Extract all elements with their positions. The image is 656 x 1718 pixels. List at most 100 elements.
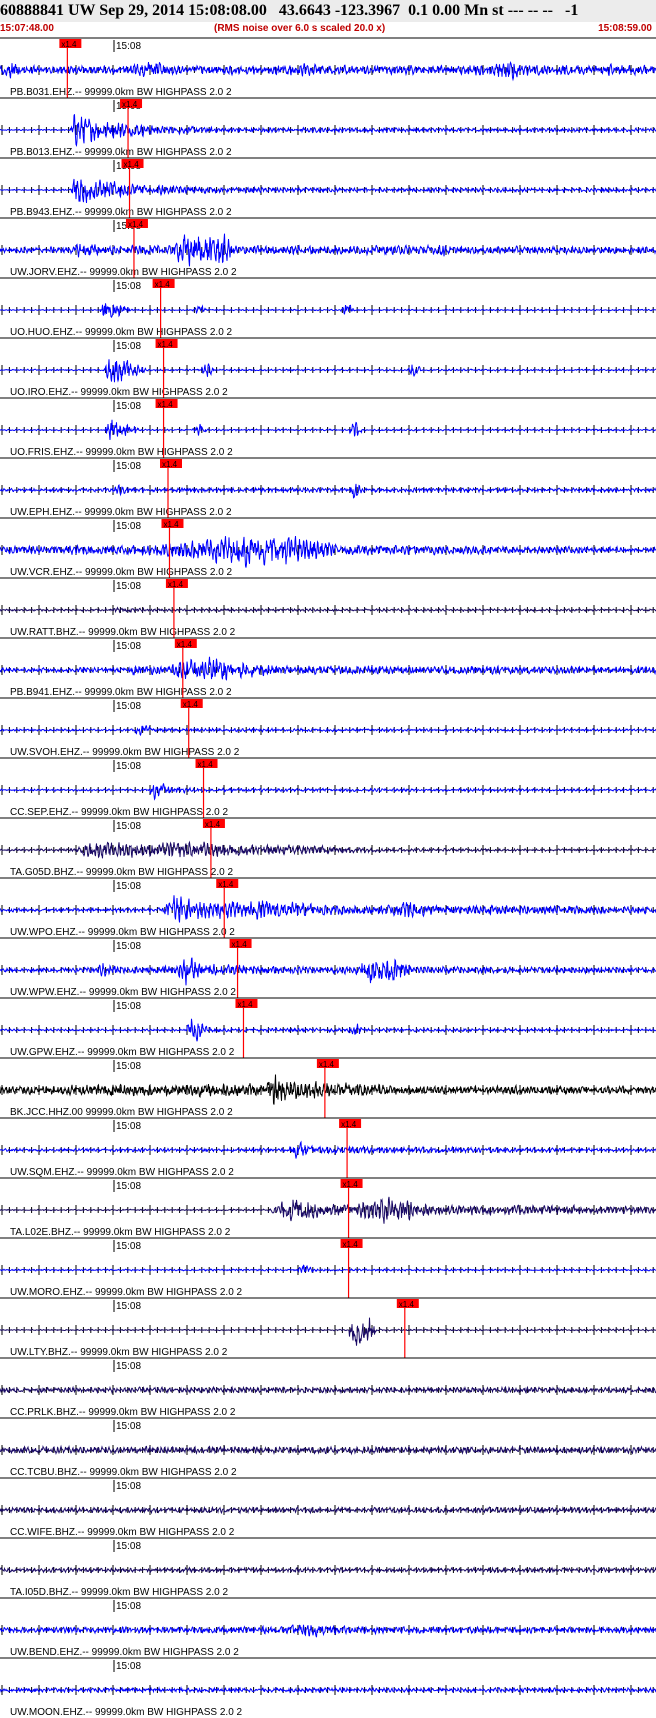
station-label: PB.B031.EHZ.-- 99999.0km BW HIGHPASS 2.0… — [10, 87, 232, 98]
minute-label: 15:08 — [116, 1361, 141, 1372]
minute-label: 15:08 — [116, 401, 141, 412]
trace-row: 15:08 UW.GPW.EHZ.-- 99999.0km BW HIGHPASS… — [0, 997, 656, 1058]
waveform-trace — [0, 656, 656, 681]
minute-label: 15:08 — [116, 41, 141, 52]
minute-label: 15:08 — [116, 1601, 141, 1612]
trace-row: 15:08 CC.SEP.EHZ.-- 99999.0km BW HIGHPASS… — [0, 757, 656, 818]
pick-label: x1.4 — [128, 220, 144, 229]
trace-row: 15:08 BK.JCC.HHZ.00 99999.0km BW HIGHPASS… — [0, 1057, 656, 1118]
minute-label: 15:08 — [116, 1481, 141, 1492]
pick-label: x1.4 — [341, 1120, 357, 1129]
waveform-trace — [0, 535, 656, 568]
station-label: UW.LTY.BHZ.-- 99999.0km BW HIGHPASS 2.0 … — [10, 1347, 228, 1358]
trace-row: 15:08 CC.WIFE.BHZ.-- 99999.0km BW HIGHPAS… — [0, 1477, 656, 1538]
minute-label: 15:08 — [116, 1181, 141, 1192]
station-label: TA.L02E.BHZ.-- 99999.0km BW HIGHPASS 2.0… — [10, 1227, 231, 1238]
event-title: 60888841 UW Sep 29, 2014 15:08:08.00 43.… — [0, 0, 656, 22]
station-label: UO.HUO.EHZ.-- 99999.0km BW HIGHPASS 2.0 … — [10, 327, 233, 338]
station-label: CC.WIFE.BHZ.-- 99999.0km BW HIGHPASS 2.0… — [10, 1527, 235, 1538]
trace-row: 15:08 UW.WPO.EHZ.-- 99999.0km BW HIGHPASS… — [0, 877, 656, 938]
minute-label: 15:08 — [116, 281, 141, 292]
minute-label: 15:08 — [116, 821, 141, 832]
pick-label: x1.4 — [122, 100, 138, 109]
trace-row: 15:08 CC.PRLK.BHZ.-- 99999.0km BW HIGHPAS… — [0, 1357, 656, 1418]
pick-label: x1.4 — [205, 820, 221, 829]
trace-row: 15:08 UO.FRIS.EHZ.-- 99999.0km BW HIGHPAS… — [0, 397, 656, 458]
minute-label: 15:08 — [116, 701, 141, 712]
station-label: UW.RATT.BHZ.-- 99999.0km BW HIGHPASS 2.0… — [10, 627, 236, 638]
pick-label: x1.4 — [124, 160, 140, 169]
trace-row: 15:08 UW.BEND.EHZ.-- 99999.0km BW HIGHPAS… — [0, 1597, 656, 1658]
pick-label: x1.4 — [158, 340, 174, 349]
trace-row: 15:08 UW.SQM.EHZ.-- 99999.0km BW HIGHPASS… — [0, 1117, 656, 1178]
waveform-trace — [0, 419, 656, 440]
pick-label: x1.4 — [177, 640, 193, 649]
trace-row: 15:08 TA.L02E.BHZ.-- 99999.0km BW HIGHPAS… — [0, 1177, 656, 1238]
station-label: TA.I05D.BHZ.-- 99999.0km BW HIGHPASS 2.0… — [10, 1587, 228, 1598]
pick-label: x1.4 — [61, 40, 77, 49]
noise-note: (RMS noise over 6.0 s scaled 20.0 x) — [214, 23, 386, 34]
minute-label: 15:08 — [116, 641, 141, 652]
trace-row: 15:08 TA.I05D.BHZ.-- 99999.0km BW HIGHPAS… — [0, 1537, 656, 1598]
trace-row: 15:08 UW.EPH.EHZ.-- 99999.0km BW HIGHPASS… — [0, 457, 656, 518]
waveform-trace — [0, 1018, 656, 1042]
waveform-trace — [0, 303, 656, 319]
station-label: PB.B941.EHZ.-- 99999.0km BW HIGHPASS 2.0… — [10, 687, 232, 698]
trace-row: 15:08 UW.RATT.BHZ.-- 99999.0km BW HIGHPAS… — [0, 577, 656, 638]
station-label: UW.SVOH.EHZ.-- 99999.0km BW HIGHPASS 2.0… — [10, 747, 240, 758]
station-label: UW.MOON.EHZ.-- 99999.0km BW HIGHPASS 2.0… — [10, 1707, 243, 1718]
station-label: CC.PRLK.BHZ.-- 99999.0km BW HIGHPASS 2.0… — [10, 1407, 236, 1418]
minute-label: 15:08 — [116, 881, 141, 892]
trace-row: 15:08 UW.MORO.EHZ.-- 99999.0km BW HIGHPAS… — [0, 1237, 656, 1298]
minute-label: 15:08 — [116, 521, 141, 532]
pick-label: x1.4 — [343, 1180, 359, 1189]
station-label: CC.TCBU.BHZ.-- 99999.0km BW HIGHPASS 2.0… — [10, 1467, 237, 1478]
minute-label: 15:08 — [116, 1301, 141, 1312]
pick-label: x1.4 — [158, 400, 174, 409]
pick-label: x1.4 — [237, 1000, 253, 1009]
pick-label: x1.4 — [162, 460, 178, 469]
trace-row: 15:08 UW.MOON.EHZ.-- 99999.0km BW HIGHPAS… — [0, 1657, 656, 1718]
trace-row: 15:08 UW.VCR.EHZ.-- 99999.0km BW HIGHPASS… — [0, 517, 656, 578]
trace-row: 15:08 PB.B031.EHZ.-- 99999.0km BW HIGHPAS… — [0, 37, 656, 98]
minute-label: 15:08 — [116, 461, 141, 472]
minute-label: 15:08 — [116, 1421, 141, 1432]
station-label: UW.BEND.EHZ.-- 99999.0km BW HIGHPASS 2.0… — [10, 1647, 239, 1658]
plot-header: 60888841 UW Sep 29, 2014 15:08:08.00 43.… — [0, 0, 656, 36]
trace-row: 15:08 UW.WPW.EHZ.-- 99999.0km BW HIGHPASS… — [0, 937, 656, 998]
station-label: UW.SQM.EHZ.-- 99999.0km BW HIGHPASS 2.0 … — [10, 1167, 234, 1178]
pick-label: x1.4 — [343, 1240, 359, 1249]
trace-row: 15:08 TA.G05D.BHZ.-- 99999.0km BW HIGHPAS… — [0, 817, 656, 878]
waveform-trace — [0, 1140, 656, 1159]
trace-row: 15:08 UO.IRO.EHZ.-- 99999.0km BW HIGHPASS… — [0, 337, 656, 398]
station-label: BK.JCC.HHZ.00 99999.0km BW HIGHPASS 2.0 … — [10, 1107, 233, 1118]
seismogram-plot: 15:08 PB.B031.EHZ.-- 99999.0km BW HIGHPAS… — [0, 37, 656, 1718]
station-label: UW.WPO.EHZ.-- 99999.0km BW HIGHPASS 2.0 … — [10, 927, 235, 938]
station-label: TA.G05D.BHZ.-- 99999.0km BW HIGHPASS 2.0… — [10, 867, 233, 878]
minute-label: 15:08 — [116, 1001, 141, 1012]
trace-row: 15:08UW.JORV.EHZ.-- 99999.0km BW HIGHPAS… — [0, 217, 656, 278]
pick-label: x1.4 — [399, 1300, 415, 1309]
station-label: UW.GPW.EHZ.-- 99999.0km BW HIGHPASS 2.0 … — [10, 1047, 235, 1058]
pick-label: x1.4 — [198, 760, 214, 769]
trace-row: 15:08 PB.B941.EHZ.-- 99999.0km BW HIGHPAS… — [0, 637, 656, 698]
pick-label: x1.4 — [319, 1060, 335, 1069]
station-label: UW.MORO.EHZ.-- 99999.0km BW HIGHPASS 2.0… — [10, 1287, 243, 1298]
pick-label: x1.4 — [155, 280, 171, 289]
trace-row: 15:08PB.B943.EHZ.-- 99999.0km BW HIGHPAS… — [0, 157, 656, 218]
station-label: UO.IRO.EHZ.-- 99999.0km BW HIGHPASS 2.0 … — [10, 387, 228, 398]
trace-row: 15:08PB.B013.EHZ.-- 99999.0km BW HIGHPAS… — [0, 97, 656, 158]
waveform-trace — [0, 1196, 656, 1224]
minute-label: 15:08 — [116, 341, 141, 352]
station-label: UO.FRIS.EHZ.-- 99999.0km BW HIGHPASS 2.0… — [10, 447, 233, 458]
start-time: 15:07:48.00 — [0, 23, 54, 34]
station-label: UW.VCR.EHZ.-- 99999.0km BW HIGHPASS 2.0 … — [10, 567, 233, 578]
minute-label: 15:08 — [116, 1121, 141, 1132]
minute-label: 15:08 — [116, 1661, 141, 1672]
pick-label: x1.4 — [168, 580, 184, 589]
trace-row: 15:08 CC.TCBU.BHZ.-- 99999.0km BW HIGHPAS… — [0, 1417, 656, 1478]
pick-label: x1.4 — [163, 520, 179, 529]
minute-label: 15:08 — [116, 761, 141, 772]
trace-row: 15:08 UW.LTY.BHZ.-- 99999.0km BW HIGHPASS… — [0, 1297, 656, 1358]
end-time: 15:08:59.00 — [598, 23, 652, 34]
